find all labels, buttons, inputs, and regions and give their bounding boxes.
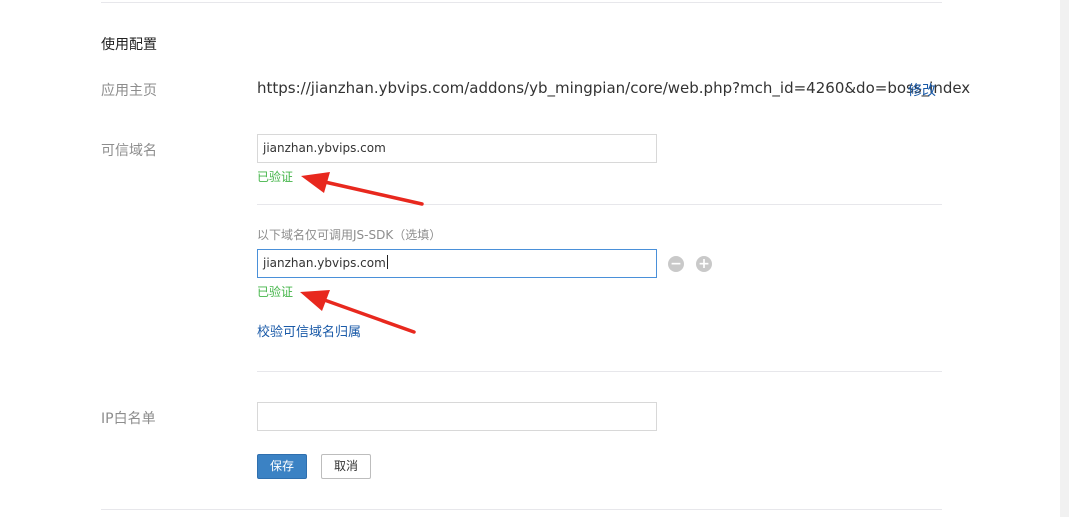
annotation-arrows: [300, 172, 424, 334]
annotation-arrow-icon: [301, 172, 424, 206]
annotation-arrow-icon: [300, 290, 416, 334]
